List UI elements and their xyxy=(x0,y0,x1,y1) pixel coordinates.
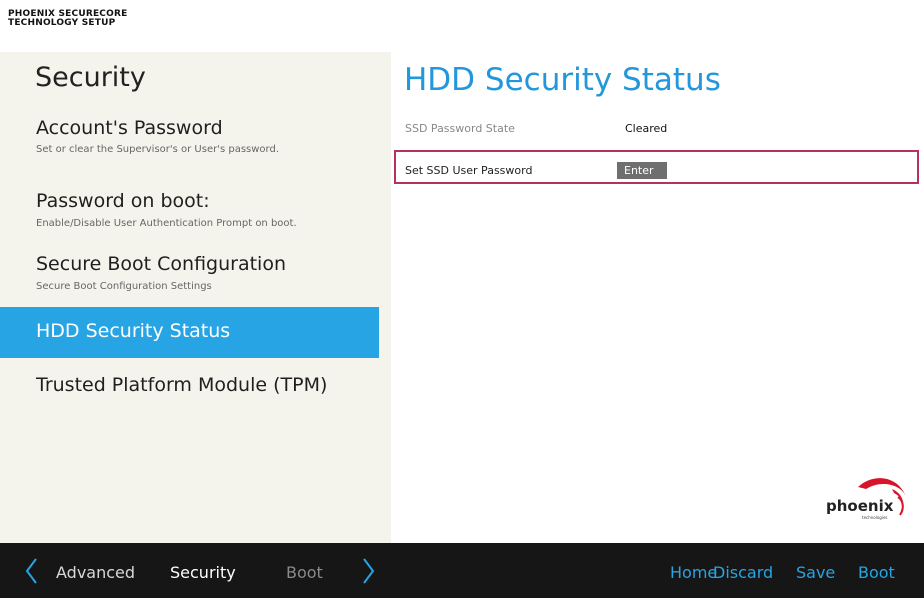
sidebar-item-label: Account's Password xyxy=(36,117,223,139)
sidebar-item-label: HDD Security Status xyxy=(36,320,231,342)
brand-line-2: TECHNOLOGY SETUP xyxy=(8,18,116,28)
sidebar-item-password-on-boot[interactable]: Password on boot: Enable/Disable User Au… xyxy=(0,190,379,240)
discard-button[interactable]: Discard xyxy=(713,563,773,582)
sidebar-item-tpm[interactable]: Trusted Platform Module (TPM) xyxy=(0,374,379,408)
bottom-navigation-bar: Advanced Security Boot Home Discard Save… xyxy=(0,543,924,598)
sidebar-item-label: Trusted Platform Module (TPM) xyxy=(36,374,328,396)
sidebar-item-secure-boot-configuration[interactable]: Secure Boot Configuration Secure Boot Co… xyxy=(0,253,379,303)
page-title: HDD Security Status xyxy=(404,62,721,98)
chevron-right-icon[interactable] xyxy=(362,557,376,585)
sidebar-item-hdd-security-status[interactable]: HDD Security Status xyxy=(0,307,379,358)
chevron-left-icon[interactable] xyxy=(24,557,38,585)
tab-security[interactable]: Security xyxy=(170,563,236,582)
boot-button[interactable]: Boot xyxy=(858,563,895,582)
save-button[interactable]: Save xyxy=(796,563,835,582)
enter-button[interactable]: Enter xyxy=(617,162,667,179)
sidebar-item-description: Set or clear the Supervisor's or User's … xyxy=(36,144,280,155)
logo-subtext: technologies xyxy=(862,515,888,520)
sidebar-item-label: Secure Boot Configuration xyxy=(36,253,286,275)
sidebar-item-accounts-password[interactable]: Account's Password Set or clear the Supe… xyxy=(0,117,379,167)
phoenix-logo: phoenix technologies xyxy=(818,475,910,521)
sidebar-title: Security xyxy=(35,62,146,93)
tab-boot[interactable]: Boot xyxy=(286,563,323,582)
setup-brand: PHOENIX SECURECORE TECHNOLOGY SETUP xyxy=(8,10,127,28)
sidebar-item-description: Enable/Disable User Authentication Promp… xyxy=(36,218,297,229)
ssd-password-state-label: SSD Password State xyxy=(405,122,515,135)
tab-advanced[interactable]: Advanced xyxy=(56,563,135,582)
home-button[interactable]: Home xyxy=(670,563,717,582)
set-ssd-user-password-label: Set SSD User Password xyxy=(405,164,533,177)
ssd-password-state-value: Cleared xyxy=(625,122,668,135)
sidebar-item-description: Secure Boot Configuration Settings xyxy=(36,281,212,292)
sidebar-item-label: Password on boot: xyxy=(36,190,210,212)
logo-text: phoenix xyxy=(826,497,894,515)
sidebar: Security Account's Password Set or clear… xyxy=(0,52,391,543)
